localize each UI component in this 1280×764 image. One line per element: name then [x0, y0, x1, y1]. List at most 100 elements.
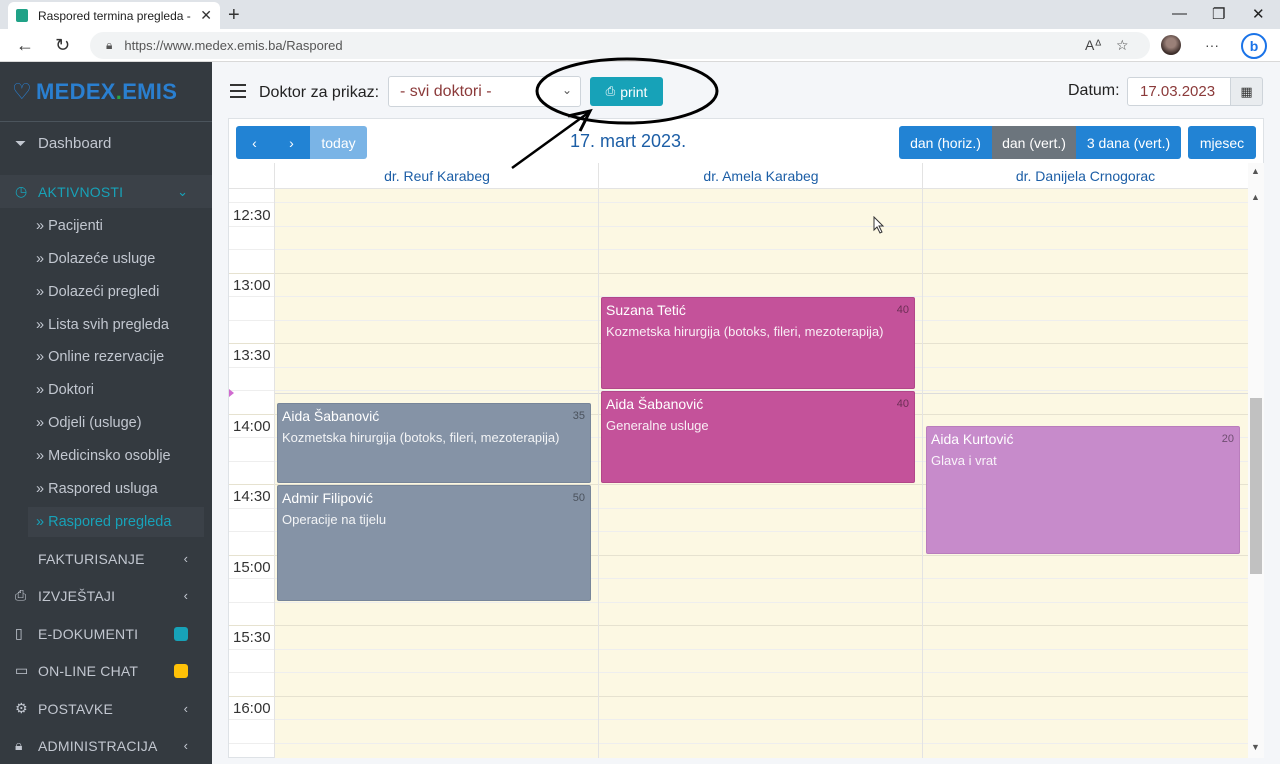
- new-tab-button[interactable]: +: [228, 4, 240, 27]
- event-duration: 35: [572, 410, 585, 422]
- time-label: 15:30: [233, 629, 271, 646]
- view-day-horizontal-button[interactable]: dan (horiz.): [899, 126, 992, 159]
- event-service: Kozmetska hirurgija (botoks, fileri, mez…: [282, 430, 560, 445]
- logo-main: MEDEX: [36, 79, 116, 104]
- more-icon[interactable]: ···: [1205, 37, 1219, 53]
- sidebar-item-administracija[interactable]: 🔒︎ ADMINISTRACIJA ‹: [0, 729, 212, 762]
- slot-line: [229, 672, 1248, 673]
- event-patient-name: Aida Šabanović: [606, 396, 704, 412]
- doctor-select[interactable]: - svi doktori - ⌄: [388, 76, 581, 107]
- date-input[interactable]: 17.03.2023: [1127, 77, 1231, 106]
- profile-avatar[interactable]: [1161, 35, 1181, 55]
- sidebar-subitem-pacijenti[interactable]: » Pacijenti: [36, 211, 212, 241]
- appointment-event[interactable]: Admir Filipović 50 Operacije na tijelu: [277, 485, 591, 601]
- url-path: /Raspored: [282, 38, 343, 53]
- column-divider: [922, 163, 923, 758]
- sidebar-subitem-raspored-usluga[interactable]: » Raspored usluga: [36, 474, 212, 504]
- sidebar-subitem-lista-svih-pregleda[interactable]: » Lista svih pregleda: [36, 310, 212, 340]
- logo-divider: [0, 121, 212, 122]
- next-button[interactable]: ›: [273, 126, 310, 159]
- slot-line: [229, 226, 1248, 227]
- slot-line: [229, 273, 1248, 274]
- event-duration: 40: [896, 398, 909, 410]
- sidebar-subitem-dolazece-usluge[interactable]: » Dolazeće usluge: [36, 244, 212, 274]
- read-aloud-icon[interactable]: Aᐞ: [1085, 37, 1102, 54]
- sidebar-subitem-odjeli[interactable]: » Odjeli (usluge): [36, 408, 212, 438]
- slot-line: [229, 202, 1248, 203]
- back-icon[interactable]: ←: [16, 35, 34, 56]
- sidebar-subitem-doktori[interactable]: » Doktori: [36, 375, 212, 405]
- slot-line: [229, 696, 1248, 697]
- view-3-days-button[interactable]: 3 dana (vert.): [1076, 126, 1181, 159]
- sidebar-item-e-dokumenti[interactable]: ▯ E-DOKUMENTI: [0, 617, 212, 650]
- appointment-event[interactable]: Aida Šabanović 35 Kozmetska hirurgija (b…: [277, 403, 591, 483]
- slot-line: [229, 602, 1248, 603]
- slot-line: [229, 625, 1248, 626]
- chevron-left-icon: ‹: [183, 551, 188, 566]
- tab-close-icon[interactable]: ✕: [200, 7, 212, 24]
- sidebar-item-label: ON-LINE CHAT: [38, 662, 139, 679]
- chevron-left-icon: ‹: [183, 588, 188, 603]
- time-label: 14:30: [233, 488, 271, 505]
- view-day-vertical-button[interactable]: dan (vert.): [992, 126, 1076, 159]
- appointment-event[interactable]: Aida Kurtović 20 Glava i vrat: [926, 426, 1240, 554]
- chevron-left-icon: ‹: [183, 701, 188, 716]
- sidebar-item-online-chat[interactable]: ▭ ON-LINE CHAT: [0, 654, 212, 687]
- sidebar-item-aktivnosti[interactable]: ◷ AKTIVNOSTI ⌄: [0, 175, 212, 208]
- sidebar-item-fakturisanje[interactable]: FAKTURISANJE ‹: [0, 542, 212, 575]
- sidebar-item-label: Dashboard: [38, 135, 112, 152]
- sidebar-item-postavke[interactable]: ⚙ POSTAVKE ‹: [0, 692, 212, 725]
- time-label: 15:00: [233, 559, 271, 576]
- print-button[interactable]: ⎙ print: [590, 77, 663, 106]
- sidebar-item-izvjestaji[interactable]: ⎙ IZVJEŠTAJI ‹: [0, 579, 212, 612]
- sidebar-subitem-medicinsko-osoblje[interactable]: » Medicinsko osoblje: [36, 441, 212, 471]
- scroll-up-icon[interactable]: ▲: [1251, 192, 1260, 202]
- time-grid: 12:30 13:00 13:30 14:00 14:30 15:00 15:3…: [229, 189, 1248, 758]
- lock-icon: 🔒︎: [15, 737, 23, 753]
- event-duration: 50: [572, 492, 585, 504]
- maximize-icon[interactable]: ❐: [1212, 5, 1225, 23]
- close-window-icon[interactable]: ✕: [1252, 5, 1265, 23]
- sidebar-item-dashboard[interactable]: ⏷ Dashboard: [0, 127, 212, 160]
- now-indicator-arrow: [229, 389, 234, 397]
- column-divider: [274, 163, 275, 758]
- printer-icon: ⎙: [15, 587, 27, 603]
- today-button[interactable]: today: [310, 126, 367, 159]
- time-label: 14:00: [233, 418, 271, 435]
- calendar-icon[interactable]: ▦: [1230, 77, 1263, 106]
- scroll-down-icon[interactable]: ▼: [1251, 742, 1260, 752]
- sidebar-subitem-raspored-pregleda[interactable]: » Raspored pregleda: [28, 507, 204, 537]
- date-label: Datum:: [1068, 82, 1120, 99]
- hamburger-menu-icon[interactable]: [230, 84, 246, 102]
- column-header-doctor: dr. Reuf Karabeg: [384, 168, 490, 184]
- sidebar-subitem-dolazeci-pregledi[interactable]: » Dolazeći pregledi: [36, 277, 212, 307]
- time-label: 13:30: [233, 347, 271, 364]
- url-domain: https://www.medex.emis.ba: [124, 38, 283, 53]
- event-patient-name: Admir Filipović: [282, 490, 374, 506]
- address-bar: ← ↻ 🔒︎ https://www.medex.emis.ba/Raspore…: [0, 29, 1280, 62]
- mouse-cursor-icon: [873, 216, 885, 234]
- sidebar-item-label: IZVJEŠTAJI: [38, 587, 116, 604]
- scrollbar-thumb[interactable]: [1250, 398, 1262, 574]
- prev-button[interactable]: ‹: [236, 126, 273, 159]
- app-logo[interactable]: ♡ MEDEX.EMIS: [12, 79, 177, 105]
- appointment-event[interactable]: Suzana Tetić 40 Kozmetska hirurgija (bot…: [601, 297, 915, 389]
- slot-line: [229, 743, 1248, 744]
- favicon-icon: [16, 9, 28, 22]
- event-duration: 40: [896, 304, 909, 316]
- sidebar-item-label: AKTIVNOSTI: [38, 183, 124, 200]
- minimize-icon[interactable]: —: [1172, 5, 1187, 22]
- tab-title: Raspored termina pregleda - MEDEX.EMIS: [38, 8, 194, 23]
- browser-tab[interactable]: Raspored termina pregleda - MEDEX.EMIS ✕: [8, 2, 220, 29]
- sidebar-subitem-online-rezervacije[interactable]: » Online rezervacije: [36, 342, 212, 372]
- slot-line: [229, 719, 1248, 720]
- bing-icon[interactable]: b: [1241, 33, 1267, 59]
- reload-icon[interactable]: ↻: [55, 35, 70, 56]
- sidebar: ♡ MEDEX.EMIS ⏷ Dashboard ◷ AKTIVNOSTI ⌄ »…: [0, 62, 212, 764]
- favorites-icon[interactable]: ☆: [1116, 37, 1129, 54]
- url-input[interactable]: 🔒︎ https://www.medex.emis.ba/Raspored: [90, 32, 1150, 59]
- appointment-event[interactable]: Aida Šabanović 40 Generalne usluge: [601, 391, 915, 483]
- column-header-doctor: dr. Danijela Crnogorac: [1015, 168, 1156, 184]
- view-month-button[interactable]: mjesec: [1188, 126, 1256, 159]
- scroll-up-icon[interactable]: ▲: [1251, 166, 1260, 176]
